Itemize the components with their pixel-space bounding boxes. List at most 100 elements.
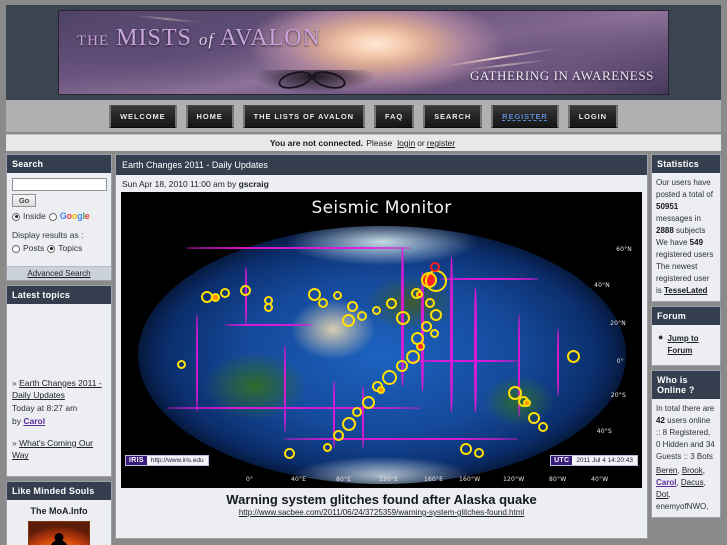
utc-value: 2011 Jul 4 14:20:43	[572, 456, 637, 465]
latest-topics-body: » Earth Changes 2011 - Daily Updates Tod…	[7, 304, 111, 477]
nav-register[interactable]: REGISTER	[491, 104, 559, 128]
site-title-of: of	[198, 30, 215, 49]
iris-url: http://www.iris.edu	[146, 456, 208, 465]
online-line-b: users online :: 8 Registered, 0 Hidden a…	[656, 416, 715, 461]
connection-or-text: or	[417, 138, 425, 148]
statistics-panel: Statistics Our users have posted a total…	[651, 154, 721, 302]
lon-label-80w: 80°W	[549, 476, 567, 483]
lon-label-120e: 120°E	[379, 476, 399, 483]
forum-body: ● Jump to Forum	[652, 325, 720, 365]
online-user-link-carol[interactable]: Carol	[656, 478, 676, 487]
iris-attribution-badge[interactable]: IRIS http://www.iris.edu	[125, 455, 209, 466]
connection-please-text: Please	[366, 138, 393, 148]
banner-streak	[132, 13, 202, 24]
utc-timestamp-badge: UTC 2011 Jul 4 14:20:43	[550, 455, 638, 466]
right-sidebar: Statistics Our users have posted a total…	[651, 154, 721, 539]
who-is-online-panel: Who is Online ? In total there are 42 us…	[651, 370, 721, 518]
lon-label-160w: 160°W	[459, 476, 481, 483]
connection-status-text: You are not connected.	[269, 138, 364, 148]
topic-bullet: »	[12, 437, 17, 448]
site-title-avalon: AVALON	[219, 25, 321, 51]
list-item: » Earth Changes 2011 - Daily Updates Tod…	[12, 377, 106, 428]
online-user-link[interactable]: Dacus	[681, 478, 704, 487]
nav-welcome[interactable]: WELCOME	[109, 104, 177, 128]
lat-label-40s: 40°S	[596, 428, 612, 435]
online-user-link[interactable]: Brook	[682, 466, 703, 475]
lat-label-0: 0°	[616, 358, 624, 365]
post-source-link[interactable]: http://www.sacbee.com/2011/06/24/3725359…	[116, 508, 647, 521]
stats-registered-users: 549	[689, 238, 704, 247]
moa-info-banner-image[interactable]	[28, 521, 90, 545]
longitude-axis: 0° 40°E 80°E 120°E 160°E 160°W 120°W 80°…	[121, 476, 642, 486]
search-display-row: Posts Topics	[12, 242, 106, 254]
radio-posts[interactable]	[12, 244, 20, 253]
stats-line2b: registered users	[656, 250, 714, 259]
site-title: THE MISTS of AVALON	[77, 25, 321, 52]
post-meta: Sun Apr 18, 2010 11:00 am by gscraig	[116, 175, 647, 192]
stats-line1b: messages in	[656, 214, 701, 223]
globe-graphic	[137, 226, 626, 484]
moa-info-label[interactable]: The MoA.Info	[12, 505, 106, 518]
radio-topics[interactable]	[47, 244, 56, 253]
site-tagline: GATHERING IN AWARENESS	[469, 68, 654, 83]
post-date: Sun Apr 18, 2010 11:00 am by	[122, 179, 237, 189]
nav-faq[interactable]: FAQ	[373, 104, 415, 128]
site-title-mists: MISTS	[116, 25, 192, 51]
online-user-link[interactable]: Beren	[656, 466, 677, 475]
jump-to-forum-link[interactable]: Jump to Forum	[667, 333, 714, 357]
topic-bullet: »	[12, 377, 17, 388]
stats-total-messages: 50951	[656, 202, 679, 211]
left-sidebar: Search Go Inside Google Display results …	[6, 154, 112, 545]
register-link[interactable]: register	[427, 138, 455, 148]
nav-search[interactable]: SEARCH	[423, 104, 483, 128]
lon-label-40w: 40°W	[591, 476, 609, 483]
radio-google[interactable]	[48, 212, 57, 221]
like-minded-souls-body: The MoA.Info	[7, 500, 111, 545]
stats-line1a: Our users have posted a total of	[656, 178, 713, 199]
seismic-monitor-image[interactable]: Seismic Monitor 60°N 40°N 20°N 0° 20°S 4…	[121, 192, 642, 488]
stats-total-subjects: 2888	[656, 226, 674, 235]
display-results-label: Display results as :	[12, 230, 84, 241]
topic-link[interactable]: What's Coming Our Way	[12, 438, 93, 461]
utc-label: UTC	[551, 456, 573, 465]
topic-time: Today at 8:27 am	[12, 403, 78, 414]
topic-author-link[interactable]: Carol	[23, 416, 45, 426]
nav-home[interactable]: HOME	[185, 104, 234, 128]
login-link[interactable]: login	[397, 138, 415, 148]
online-user-link[interactable]: Dot	[656, 490, 668, 499]
search-input[interactable]	[12, 178, 107, 191]
advanced-search-link[interactable]: Advanced Search	[7, 265, 111, 280]
stats-newest-user-link[interactable]: TesseLated	[664, 286, 707, 295]
online-user-overflow: enemyofNWO	[656, 502, 707, 511]
bullet-icon: ●	[658, 332, 664, 342]
banner-moth-decoration	[253, 70, 374, 92]
page-columns: Search Go Inside Google Display results …	[6, 154, 721, 545]
statistics-title: Statistics	[652, 155, 720, 173]
who-is-online-body: In total there are 42 users online :: 8 …	[652, 399, 720, 517]
connection-status-bar: You are not connected. Please login or r…	[6, 134, 721, 151]
like-minded-souls-title: Like Minded Souls	[7, 482, 111, 501]
online-count: 42	[656, 416, 665, 425]
lon-label-120w: 120°W	[503, 476, 525, 483]
topic-link[interactable]: Earth Changes 2011 - Daily Updates	[12, 378, 102, 401]
latest-topics-title: Latest topics	[7, 285, 111, 304]
iris-label: IRIS	[126, 456, 147, 465]
lon-label-0: 0°	[246, 476, 254, 483]
who-is-online-title: Who is Online ?	[652, 371, 720, 399]
search-go-button[interactable]: Go	[12, 194, 37, 207]
nav-lists-of-avalon[interactable]: THE LISTS OF AVALON	[242, 104, 365, 128]
search-panel-title: Search	[7, 155, 111, 173]
stats-line1c: subjects	[676, 226, 706, 235]
radio-inside[interactable]	[12, 212, 20, 221]
lon-label-40e: 40°E	[291, 476, 307, 483]
forum-title: Forum	[652, 307, 720, 325]
statistics-body: Our users have posted a total of 50951 m…	[652, 173, 720, 301]
forum-panel: Forum ● Jump to Forum	[651, 306, 721, 366]
nav-login[interactable]: LOGIN	[567, 104, 618, 128]
page-title: Earth Changes 2011 - Daily Updates	[116, 155, 647, 175]
list-item: ● Jump to Forum	[656, 329, 716, 361]
online-line-a: In total there are	[656, 404, 715, 413]
search-panel-body: Go Inside Google Display results as : Po…	[7, 173, 111, 261]
search-scope-row: Inside Google	[12, 210, 106, 223]
banner-artwork: THE MISTS of AVALON GATHERING IN AWARENE…	[58, 10, 669, 95]
